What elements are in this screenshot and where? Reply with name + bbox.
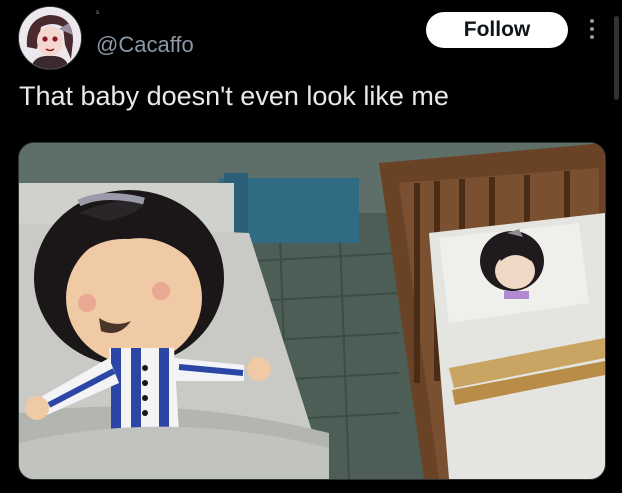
post-text: That baby doesn't even look like me bbox=[19, 81, 449, 111]
author-handle[interactable]: @Cacaffo bbox=[96, 32, 194, 58]
author-avatar[interactable] bbox=[18, 6, 82, 70]
follow-button[interactable]: Follow bbox=[426, 12, 568, 48]
scrollbar-thumb[interactable] bbox=[614, 16, 619, 100]
author-name[interactable]: ˢ bbox=[96, 9, 99, 18]
post-image[interactable] bbox=[18, 142, 606, 480]
more-options-icon[interactable] bbox=[586, 16, 598, 44]
